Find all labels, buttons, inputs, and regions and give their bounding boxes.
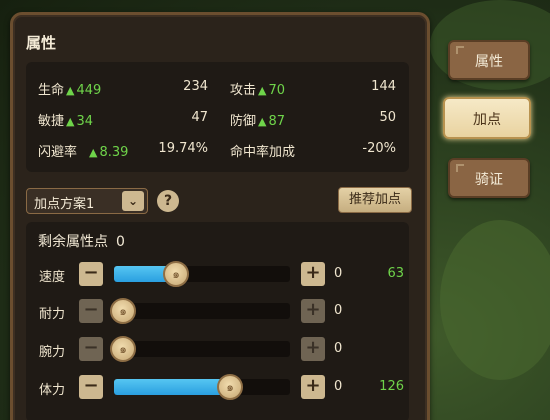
stat-agility: 敏捷 ▲ 34 [38, 110, 93, 129]
plus-icon: + [305, 375, 321, 396]
added-points: 0 [334, 341, 343, 356]
up-arrow-icon: ▲ [89, 146, 98, 159]
attribute-total: 63 [387, 266, 404, 281]
plan-select[interactable]: 加点方案1 ⌄ [26, 188, 148, 214]
slider-knob[interactable]: ๑ [110, 298, 136, 324]
decrease-button[interactable]: − [79, 375, 103, 399]
increase-button[interactable]: + [301, 337, 325, 361]
attribute-slider[interactable]: ๑ [110, 298, 290, 324]
up-arrow-icon: ▲ [258, 115, 267, 128]
stat-bonus: 70 [268, 83, 286, 98]
slider-knob[interactable]: ๑ [110, 336, 136, 362]
decrease-button[interactable]: − [79, 262, 103, 286]
decrease-button[interactable]: − [79, 299, 103, 323]
plus-icon: + [305, 262, 321, 283]
attribute-slider[interactable]: ๑ [114, 374, 290, 400]
minus-icon: − [83, 375, 99, 396]
stat-label: 闪避率 [38, 145, 78, 160]
background-foliage [440, 220, 550, 380]
stat-defense: 防御 ▲ 87 [230, 110, 285, 129]
stat-value: 50 [379, 110, 396, 125]
attribute-slider[interactable]: ๑ [110, 336, 290, 362]
up-arrow-icon: ▲ [66, 84, 75, 97]
up-arrow-icon: ▲ [66, 115, 75, 128]
tab-add-points[interactable]: 加点 [443, 97, 531, 139]
attribute-label: 腕力 [39, 345, 66, 360]
stat-label: 攻击 [230, 83, 257, 98]
tab-corner-icon [456, 46, 464, 54]
stat-bonus: 87 [268, 114, 286, 129]
tab-label: 骑证 [475, 172, 503, 188]
tab-label: 加点 [473, 112, 501, 128]
stat-label: 命中率加成 [230, 145, 296, 160]
increase-button[interactable]: + [301, 375, 325, 399]
slider-fill [114, 379, 230, 395]
plus-icon: + [305, 337, 321, 358]
stat-bonus: 34 [76, 114, 94, 129]
stat-value: 144 [371, 79, 396, 94]
swirl-icon: ๑ [172, 267, 180, 281]
swirl-icon: ๑ [119, 342, 127, 356]
stat-dodge: 闪避率 ▲ 8.39 [38, 141, 128, 160]
stat-bonus: 449 [76, 83, 102, 98]
attribute-label: 速度 [39, 270, 66, 285]
stat-attack: 攻击 ▲ 70 [230, 79, 285, 98]
chevron-down-icon[interactable]: ⌄ [122, 191, 144, 211]
added-points: 0 [334, 303, 343, 318]
attribute-slider[interactable]: ๑ [114, 261, 290, 287]
slider-knob[interactable]: ๑ [217, 374, 243, 400]
stat-value: 19.74% [158, 141, 208, 156]
slider-knob[interactable]: ๑ [163, 261, 189, 287]
plan-select-value: 加点方案1 [34, 197, 95, 212]
remaining-label: 剩余属性点 [38, 234, 108, 250]
added-points: 0 [334, 379, 343, 394]
swirl-icon: ๑ [119, 304, 127, 318]
stat-value: 234 [183, 79, 208, 94]
attribute-label: 体力 [39, 383, 66, 398]
tab-corner-icon [456, 164, 464, 172]
help-button[interactable]: ? [157, 190, 179, 212]
attribute-total: 126 [379, 379, 404, 394]
minus-icon: − [83, 337, 99, 358]
stat-value: 47 [191, 110, 208, 125]
stat-label: 敏捷 [38, 114, 65, 129]
attribute-label: 耐力 [39, 307, 66, 322]
swirl-icon: ๑ [226, 380, 234, 394]
stat-label: 生命 [38, 83, 65, 98]
stat-hit-bonus: 命中率加成 [230, 141, 295, 160]
added-points: 0 [334, 266, 343, 281]
decrease-button[interactable]: − [79, 337, 103, 361]
stat-label: 防御 [230, 114, 257, 129]
minus-icon: − [83, 262, 99, 283]
stat-hp: 生命 ▲ 449 [38, 79, 101, 98]
recommend-points-button[interactable]: 推荐加点 [338, 187, 412, 213]
tab-attributes[interactable]: 属性 [448, 40, 530, 80]
tab-mount[interactable]: 骑证 [448, 158, 530, 198]
remaining-value: 0 [116, 234, 125, 250]
increase-button[interactable]: + [301, 262, 325, 286]
up-arrow-icon: ▲ [258, 84, 267, 97]
increase-button[interactable]: + [301, 299, 325, 323]
minus-icon: − [83, 299, 99, 320]
stat-bonus: 8.39 [99, 145, 129, 160]
page-title: 属性 [26, 34, 57, 52]
stat-value: -20% [362, 141, 396, 156]
remaining-points: 剩余属性点 0 [38, 231, 125, 251]
plus-icon: + [305, 299, 321, 320]
tab-label: 属性 [475, 54, 503, 70]
